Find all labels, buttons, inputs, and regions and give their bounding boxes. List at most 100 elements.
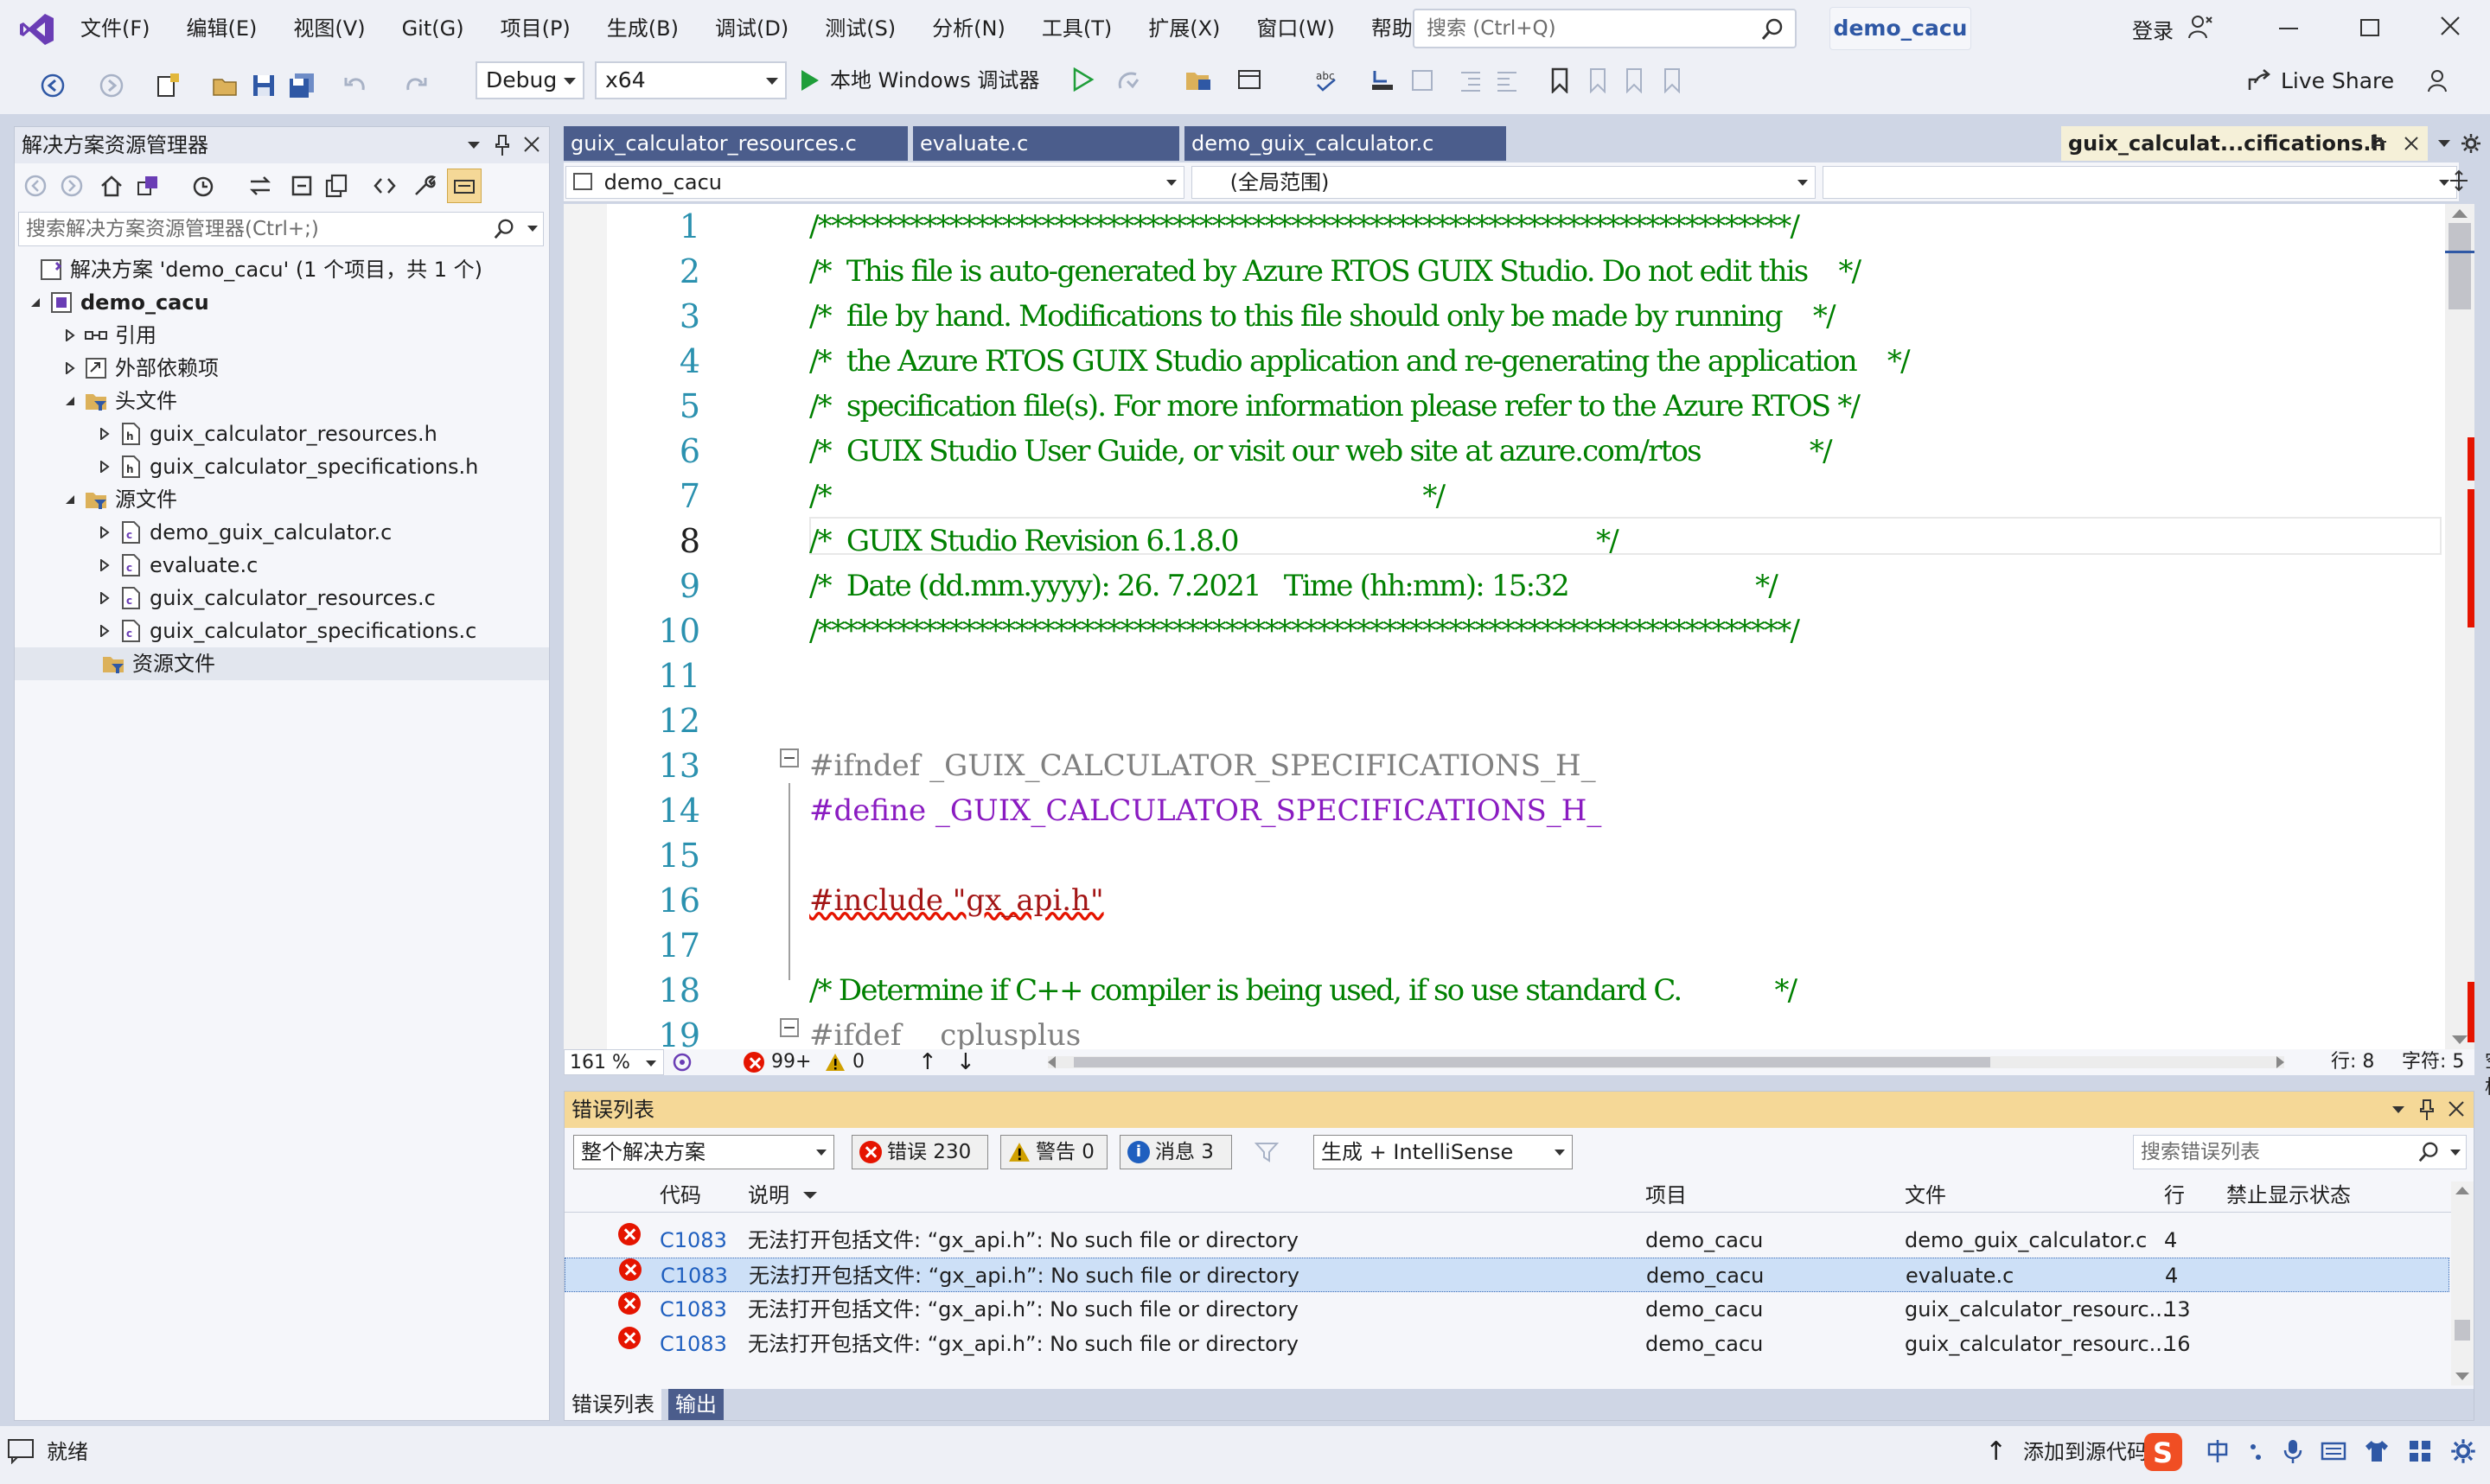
scope-navigation-select[interactable]: (全局范围) [1191,166,1816,199]
sign-in-link[interactable]: 登录 [2132,14,2174,44]
tab-error-list[interactable]: 错误列表 [565,1389,661,1420]
browse-folder-icon[interactable] [1184,67,1212,93]
tree-item-header-files[interactable]: 头文件 [15,385,549,417]
errors-filter-toggle[interactable]: 错误 230 [852,1135,988,1169]
solution-name-badge[interactable]: demo_cacu [1829,7,1971,50]
skin-shirt-icon[interactable] [2364,1438,2390,1464]
forward-icon[interactable] [60,174,84,198]
feedback-person-icon[interactable] [2187,14,2213,40]
menu-build[interactable]: 生成(B) [589,0,697,57]
column-code[interactable]: 代码 [660,1178,701,1213]
spell-check-icon[interactable]: abc [1314,67,1340,93]
close-panel-icon[interactable] [2448,1100,2465,1118]
settings-gear-icon[interactable] [2461,133,2481,154]
column-file[interactable]: 文件 [1905,1178,1946,1213]
tree-item-file[interactable]: c guix_calculator_specifications.c [15,615,549,647]
tree-item-file[interactable]: c evaluate.c [15,549,549,582]
preview-selected-items-icon[interactable] [447,169,482,203]
zoom-select[interactable]: 161 % [564,1049,664,1075]
save-all-icon[interactable] [285,69,318,102]
warnings-filter-toggle[interactable]: 警告 0 [1000,1135,1108,1169]
solution-explorer-search[interactable]: 搜索解决方案资源管理器(Ctrl+;) [18,212,544,246]
scroll-right-icon[interactable] [2276,1056,2284,1068]
scroll-thumb[interactable] [2455,1320,2470,1341]
menu-file[interactable]: 文件(F) [62,0,169,57]
platform-select[interactable]: x64 [595,61,787,99]
error-count-icon[interactable] [744,1052,764,1073]
intellicode-icon[interactable] [671,1051,693,1073]
properties-wrench-icon[interactable] [412,174,437,198]
sync-active-document-icon[interactable] [248,174,272,198]
menu-tools[interactable]: 工具(T) [1024,0,1130,57]
outdent-icon[interactable] [1458,67,1484,93]
show-all-files-icon[interactable] [324,174,348,198]
menu-view[interactable]: 视图(V) [275,0,383,57]
notification-icon[interactable] [7,1438,35,1464]
undo-icon[interactable] [339,69,372,102]
scroll-thumb[interactable] [2448,223,2471,309]
scroll-thumb[interactable] [1074,1057,1990,1067]
tab-demo-guix-calculator-c[interactable]: demo_guix_calculator.c [1184,126,1506,161]
search-box[interactable]: 搜索 (Ctrl+Q) [1413,9,1797,48]
indent-icon[interactable] [1494,67,1520,93]
tree-item-source-files[interactable]: 源文件 [15,483,549,516]
up-arrow-icon[interactable]: ↑ [1985,1426,2007,1478]
cursor-column[interactable]: 字符: 5 [2402,1049,2464,1075]
tab-output[interactable]: 输出 [668,1389,724,1420]
error-code-link[interactable]: C1083 [660,1327,727,1361]
collapsed-arrow-icon[interactable] [96,557,113,574]
hot-reload-icon[interactable] [1115,67,1141,93]
keyboard-icon[interactable] [2321,1438,2346,1464]
column-description[interactable]: 说明 [748,1178,789,1213]
error-code-link[interactable]: C1083 [660,1223,727,1258]
format-document-icon[interactable] [1409,67,1435,93]
open-file-icon[interactable] [209,69,242,102]
scope-select[interactable]: 整个解决方案 [573,1135,834,1169]
menu-git[interactable]: Git(G) [384,0,482,57]
scroll-down-icon[interactable] [2452,1035,2468,1044]
split-editor-icon[interactable] [2448,168,2469,194]
live-share-button[interactable]: Live Share [2246,67,2394,93]
dropdown-icon[interactable] [2392,1106,2404,1113]
project-navigation-select[interactable]: demo_cacu [565,166,1184,199]
column-line[interactable]: 行 [2164,1178,2185,1213]
scroll-up-icon[interactable] [2455,1187,2469,1194]
collapsed-arrow-icon[interactable] [96,458,113,475]
bookmark-icon[interactable] [1549,67,1570,93]
back-icon[interactable] [36,69,69,102]
restore-icon[interactable] [2360,19,2379,36]
error-code-link[interactable]: C1083 [661,1258,728,1293]
member-navigation-select[interactable] [1823,166,2457,199]
build-source-select[interactable]: 生成 + IntelliSense [1313,1135,1573,1169]
error-list-search[interactable]: 搜索错误列表 [2133,1135,2467,1169]
error-row[interactable]: C1083 无法打开包括文件: “gx_api.h”: No such file… [565,1327,2449,1361]
switch-views-icon[interactable] [136,174,160,198]
warning-icon[interactable] [825,1053,846,1072]
visual-studio-logo-icon[interactable] [19,12,55,47]
view-code-icon[interactable] [373,174,397,198]
scroll-up-icon[interactable] [2452,209,2468,218]
forward-icon[interactable] [95,69,128,102]
menu-analyze[interactable]: 分析(N) [914,0,1024,57]
collapsed-arrow-icon[interactable] [61,360,79,377]
close-panel-icon[interactable] [523,136,540,153]
pin-icon[interactable] [2418,1099,2436,1121]
pin-tab-icon[interactable] [2371,133,2388,154]
prev-bookmark-icon[interactable] [1586,67,1608,93]
tree-item-resource-files[interactable]: 资源文件 [15,647,549,680]
error-row-selected[interactable]: C1083 无法打开包括文件: “gx_api.h”: No such file… [565,1258,2449,1292]
menu-debug[interactable]: 调试(D) [697,0,807,57]
menu-project[interactable]: 项目(P) [482,0,589,57]
filter-icon[interactable] [1255,1140,1279,1164]
next-issue-icon[interactable]: ↓ [956,1049,975,1075]
collapsed-arrow-icon[interactable] [96,524,113,541]
close-tab-icon[interactable] [2404,136,2419,151]
account-feedback-icon[interactable] [2426,67,2452,93]
tab-guix-calculator-resources-c[interactable]: guix_calculator_resources.c [564,126,908,161]
cursor-row[interactable]: 行: 8 [2331,1049,2374,1075]
error-row[interactable]: C1083 无法打开包括文件: “gx_api.h”: No such file… [565,1223,2449,1258]
add-to-source-control[interactable]: 添加到源代码 [2023,1426,2148,1478]
configuration-select[interactable]: Debug [476,61,584,99]
close-icon[interactable] [2438,14,2462,38]
tab-guix-calculator-specifications-h[interactable]: guix_calculat...cifications.h [2061,126,2428,161]
